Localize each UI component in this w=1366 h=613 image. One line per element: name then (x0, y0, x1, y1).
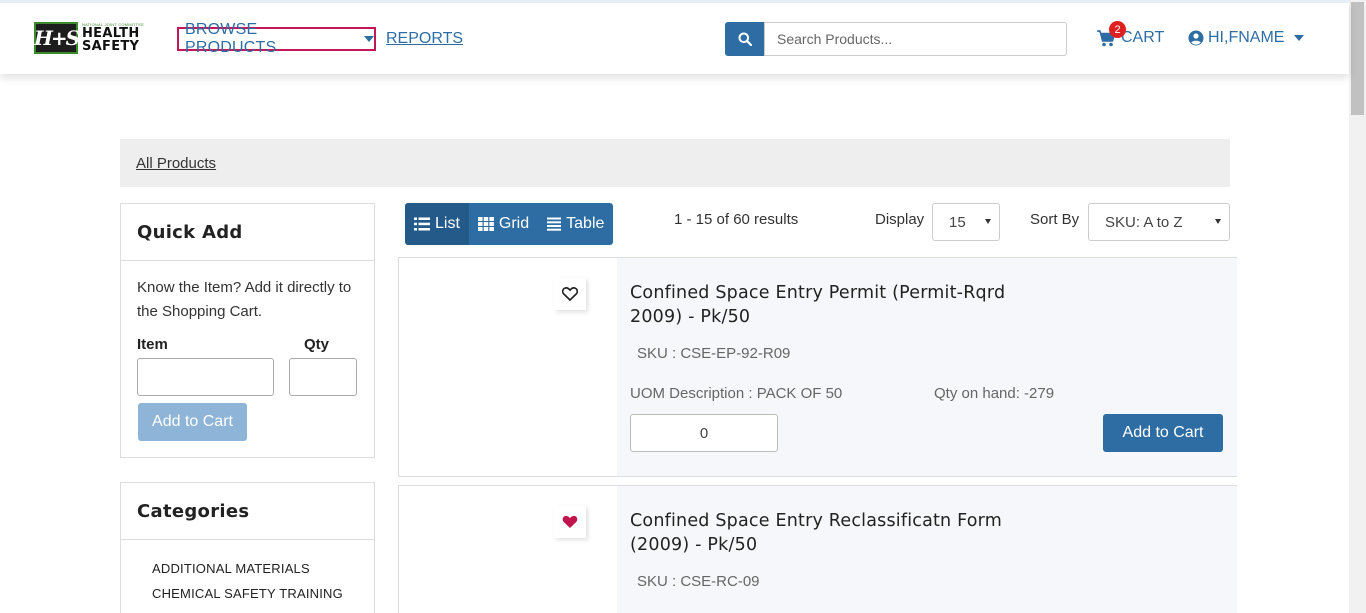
quick-add-panel: Quick Add Know the Item? Add it directly… (120, 203, 375, 458)
display-select-value: 15 (949, 213, 966, 231)
chevron-down-icon (364, 36, 374, 42)
add-to-cart-button[interactable]: Add to Cart (1103, 414, 1223, 452)
cart-link[interactable]: 2 CART (1097, 21, 1165, 47)
view-grid-button[interactable]: Grid (468, 203, 539, 245)
heart-filled-icon (562, 515, 578, 528)
cart-label: CART (1121, 29, 1165, 46)
quick-add-title: Quick Add (121, 204, 374, 261)
table-icon (547, 217, 562, 231)
search-button[interactable] (725, 22, 765, 56)
logo-mark: H+S (34, 22, 80, 54)
results-count: 1 - 15 of 60 results (674, 211, 799, 228)
qty-label: Qty (304, 336, 330, 353)
cart-count-badge: 2 (1109, 21, 1126, 38)
sort-select-value: SKU: A to Z (1105, 213, 1183, 231)
favorite-button[interactable] (554, 506, 586, 538)
top-header: H+S NATIONAL JOINT COMMITTEE HEALTH SAFE… (0, 0, 1349, 74)
item-input[interactable] (137, 358, 274, 396)
chevron-down-icon (1294, 35, 1305, 41)
quick-add-description: Know the Item? Add it directly to the Sh… (137, 279, 352, 320)
product-title[interactable]: Confined Space Entry Reclassificatn Form… (630, 509, 1030, 557)
category-item[interactable]: CHEMICAL SAFETY TRAINING (152, 586, 343, 601)
browse-products-label: BROWSE PRODUCTS (185, 21, 277, 56)
view-toggle: List Grid Table (405, 203, 614, 245)
heart-outline-icon (562, 287, 578, 301)
browse-products-dropdown[interactable]: BROWSE PRODUCTS (177, 21, 376, 56)
grid-icon (477, 217, 494, 231)
sort-label: Sort By (1030, 211, 1080, 228)
user-circle-icon (1188, 30, 1204, 46)
category-item[interactable]: ADDITIONAL MATERIALS (152, 561, 310, 576)
view-table-label: Table (566, 215, 605, 232)
product-card: Confined Space Entry Permit (Permit-Rqrd… (398, 257, 1237, 477)
logo-line2: SAFETY (82, 39, 140, 54)
chevron-down-icon (1215, 219, 1221, 224)
site-logo[interactable]: H+S NATIONAL JOINT COMMITTEE HEALTH SAFE… (34, 21, 154, 55)
scrollbar-thumb[interactable] (1351, 2, 1364, 115)
breadcrumb: All Products (120, 139, 1230, 187)
user-menu[interactable]: HI,FNAME (1188, 29, 1305, 47)
list-icon (414, 217, 430, 231)
reports-link[interactable]: REPORTS (386, 30, 463, 48)
user-greeting: HI,FNAME (1208, 29, 1285, 46)
favorite-button[interactable] (554, 278, 586, 310)
categories-panel: Categories ADDITIONAL MATERIALS CHEMICAL… (120, 482, 375, 613)
breadcrumb-all-products[interactable]: All Products (136, 155, 216, 172)
quick-add-to-cart-button[interactable]: Add to Cart (138, 403, 247, 441)
item-label: Item (137, 336, 168, 353)
display-label: Display (875, 211, 925, 228)
chevron-down-icon (985, 219, 991, 224)
product-sku: SKU : CSE-RC-09 (637, 573, 760, 590)
product-title[interactable]: Confined Space Entry Permit (Permit-Rqrd… (630, 281, 1030, 329)
search-icon (738, 32, 752, 46)
qty-input[interactable] (289, 358, 357, 396)
view-grid-label: Grid (498, 215, 530, 232)
categories-title: Categories (121, 483, 374, 540)
product-qty-on-hand: Qty on hand: -279 (934, 385, 1055, 402)
view-table-button[interactable]: Table (538, 203, 614, 245)
product-uom: UOM Description : PACK OF 50 (630, 385, 843, 402)
sort-select[interactable]: SKU: A to Z (1088, 203, 1230, 241)
search-input[interactable] (764, 22, 1067, 56)
product-sku: SKU : CSE-EP-92-R09 (637, 345, 791, 362)
page-scrollbar[interactable] (1349, 0, 1366, 613)
display-select[interactable]: 15 (932, 203, 1000, 241)
view-list-label: List (435, 215, 460, 232)
product-qty-input[interactable]: 0 (630, 414, 778, 452)
product-card: Confined Space Entry Reclassificatn Form… (398, 485, 1237, 613)
view-list-button[interactable]: List (405, 203, 469, 245)
